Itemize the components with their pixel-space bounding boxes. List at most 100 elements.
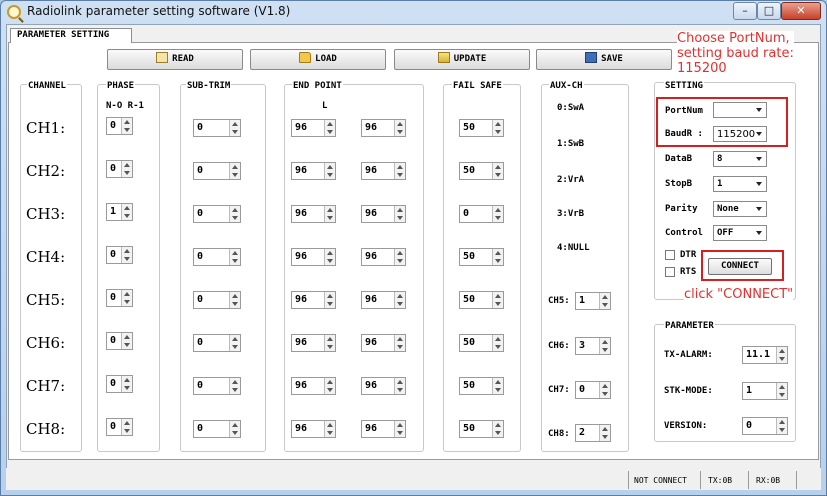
ch4-subtrim-spinner[interactable]: 0: [193, 248, 241, 266]
ch5-subtrim-spinner[interactable]: 0: [193, 291, 241, 309]
close-button[interactable]: ✕: [781, 2, 821, 20]
maximize-button[interactable]: □: [757, 2, 781, 20]
ch1-phase-spinner[interactable]: 0: [106, 117, 133, 135]
aux-ch7-spinner[interactable]: 0: [575, 381, 611, 399]
spin-arrows-icon[interactable]: [599, 382, 610, 398]
ch6-endpoint-right-spinner[interactable]: 96: [361, 334, 406, 352]
spin-arrows-icon[interactable]: [324, 421, 335, 437]
spin-arrows-icon[interactable]: [229, 120, 240, 136]
update-button[interactable]: UPDATE: [394, 49, 530, 70]
stk-mode-spinner[interactable]: 1: [742, 382, 788, 400]
spin-arrows-icon[interactable]: [229, 335, 240, 351]
ch8-failsafe-spinner[interactable]: 50: [459, 420, 504, 438]
spin-arrows-icon[interactable]: [492, 163, 503, 179]
tab-parameter-setting[interactable]: PARAMETER SETTING: [10, 28, 132, 43]
ch3-endpoint-left-spinner[interactable]: 96: [291, 205, 336, 223]
spin-arrows-icon[interactable]: [394, 292, 405, 308]
ch7-subtrim-spinner[interactable]: 0: [193, 377, 241, 395]
spin-arrows-icon[interactable]: [492, 378, 503, 394]
ch5-endpoint-left-spinner[interactable]: 96: [291, 291, 336, 309]
rts-checkbox[interactable]: [665, 267, 675, 277]
spin-arrows-icon[interactable]: [394, 206, 405, 222]
load-button[interactable]: LOAD: [250, 49, 386, 70]
spin-arrows-icon[interactable]: [229, 163, 240, 179]
ch6-subtrim-spinner[interactable]: 0: [193, 334, 241, 352]
dtr-checkbox[interactable]: [665, 250, 675, 260]
spin-arrows-icon[interactable]: [121, 247, 132, 263]
spin-arrows-icon[interactable]: [121, 333, 132, 349]
spin-arrows-icon[interactable]: [492, 120, 503, 136]
spin-arrows-icon[interactable]: [776, 418, 787, 434]
ch8-endpoint-left-spinner[interactable]: 96: [291, 420, 336, 438]
tx-alarm-spinner[interactable]: 11.1: [742, 346, 788, 364]
spin-arrows-icon[interactable]: [121, 419, 132, 435]
spin-arrows-icon[interactable]: [492, 292, 503, 308]
databits-select[interactable]: 8: [713, 151, 767, 167]
ch5-endpoint-right-spinner[interactable]: 96: [361, 291, 406, 309]
read-button[interactable]: READ: [107, 49, 243, 70]
ch2-subtrim-spinner[interactable]: 0: [193, 162, 241, 180]
spin-arrows-icon[interactable]: [394, 120, 405, 136]
ch3-phase-spinner[interactable]: 1: [106, 203, 133, 221]
spin-arrows-icon[interactable]: [229, 378, 240, 394]
ch2-phase-spinner[interactable]: 0: [106, 160, 133, 178]
spin-arrows-icon[interactable]: [121, 118, 132, 134]
spin-arrows-icon[interactable]: [229, 249, 240, 265]
ch2-endpoint-right-spinner[interactable]: 96: [361, 162, 406, 180]
spin-arrows-icon[interactable]: [776, 347, 787, 363]
spin-arrows-icon[interactable]: [324, 249, 335, 265]
spin-arrows-icon[interactable]: [776, 383, 787, 399]
ch1-endpoint-left-spinner[interactable]: 96: [291, 119, 336, 137]
spin-arrows-icon[interactable]: [324, 206, 335, 222]
ch8-subtrim-spinner[interactable]: 0: [193, 420, 241, 438]
spin-arrows-icon[interactable]: [229, 421, 240, 437]
spin-arrows-icon[interactable]: [394, 249, 405, 265]
spin-arrows-icon[interactable]: [394, 421, 405, 437]
ch2-failsafe-spinner[interactable]: 50: [459, 162, 504, 180]
aux-ch5-spinner[interactable]: 1: [575, 292, 611, 310]
spin-arrows-icon[interactable]: [492, 421, 503, 437]
spin-arrows-icon[interactable]: [324, 163, 335, 179]
ch5-failsafe-spinner[interactable]: 50: [459, 291, 504, 309]
spin-arrows-icon[interactable]: [229, 206, 240, 222]
ch3-subtrim-spinner[interactable]: 0: [193, 205, 241, 223]
spin-arrows-icon[interactable]: [394, 163, 405, 179]
ch4-endpoint-left-spinner[interactable]: 96: [291, 248, 336, 266]
ch6-endpoint-left-spinner[interactable]: 96: [291, 334, 336, 352]
stopbits-select[interactable]: 1: [713, 176, 767, 192]
ch7-endpoint-left-spinner[interactable]: 96: [291, 377, 336, 395]
save-button[interactable]: SAVE: [536, 49, 672, 70]
spin-arrows-icon[interactable]: [121, 290, 132, 306]
spin-arrows-icon[interactable]: [121, 204, 132, 220]
ch7-phase-spinner[interactable]: 0: [106, 375, 133, 393]
ch4-failsafe-spinner[interactable]: 50: [459, 248, 504, 266]
spin-arrows-icon[interactable]: [599, 425, 610, 441]
flow-control-select[interactable]: OFF: [713, 225, 767, 241]
ch3-endpoint-right-spinner[interactable]: 96: [361, 205, 406, 223]
ch1-endpoint-right-spinner[interactable]: 96: [361, 119, 406, 137]
spin-arrows-icon[interactable]: [599, 338, 610, 354]
ch7-failsafe-spinner[interactable]: 50: [459, 377, 504, 395]
ch2-endpoint-left-spinner[interactable]: 96: [291, 162, 336, 180]
aux-ch8-spinner[interactable]: 2: [575, 424, 611, 442]
ch5-phase-spinner[interactable]: 0: [106, 289, 133, 307]
minimize-button[interactable]: –: [733, 2, 757, 20]
aux-ch6-spinner[interactable]: 3: [575, 337, 611, 355]
spin-arrows-icon[interactable]: [492, 206, 503, 222]
spin-arrows-icon[interactable]: [492, 249, 503, 265]
ch8-endpoint-right-spinner[interactable]: 96: [361, 420, 406, 438]
ch6-failsafe-spinner[interactable]: 50: [459, 334, 504, 352]
spin-arrows-icon[interactable]: [394, 378, 405, 394]
spin-arrows-icon[interactable]: [492, 335, 503, 351]
ch1-subtrim-spinner[interactable]: 0: [193, 119, 241, 137]
parity-select[interactable]: None: [713, 201, 767, 217]
ch7-endpoint-right-spinner[interactable]: 96: [361, 377, 406, 395]
spin-arrows-icon[interactable]: [394, 335, 405, 351]
spin-arrows-icon[interactable]: [324, 378, 335, 394]
ch1-failsafe-spinner[interactable]: 50: [459, 119, 504, 137]
ch4-endpoint-right-spinner[interactable]: 96: [361, 248, 406, 266]
spin-arrows-icon[interactable]: [599, 293, 610, 309]
ch3-failsafe-spinner[interactable]: 0: [459, 205, 504, 223]
ch4-phase-spinner[interactable]: 0: [106, 246, 133, 264]
version-spinner[interactable]: 0: [742, 417, 788, 435]
